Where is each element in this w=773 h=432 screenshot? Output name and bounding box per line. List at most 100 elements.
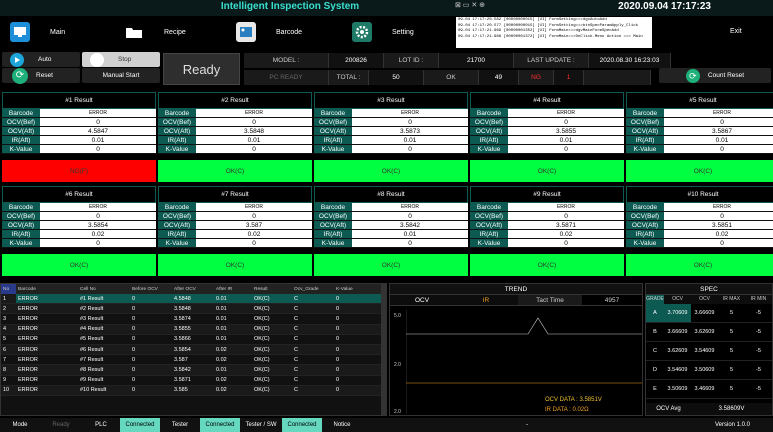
spec-cell: 5 xyxy=(729,348,734,354)
card-field-value: 0 xyxy=(196,145,312,153)
card-row-kvalue: K-Value 0 xyxy=(470,145,624,154)
blank-cell xyxy=(584,70,651,85)
log-line: 09-04 17:17:21.986 [00000001372] [UI] Fo… xyxy=(458,34,643,39)
tester-sw-status: Connected xyxy=(282,418,322,432)
ocv-tab[interactable]: OCV xyxy=(390,295,454,305)
table-cell: 0 xyxy=(336,326,340,333)
setting-button[interactable]: Setting xyxy=(352,18,452,46)
spec-row[interactable]: E 3.50609 3.46609 5 -5 xyxy=(646,380,772,399)
table-cell: C xyxy=(294,387,298,394)
notice-value: - xyxy=(526,422,528,428)
table-cell: 0 xyxy=(132,315,136,322)
card-field-value: ERROR xyxy=(664,203,773,211)
folder-icon xyxy=(124,22,144,42)
table-cell: 0 xyxy=(132,346,136,353)
recipe-button[interactable]: Recipe xyxy=(124,18,224,46)
table-cell: 3.5871 xyxy=(174,377,191,384)
card-field-label: Barcode xyxy=(470,203,508,211)
table-row[interactable]: 2 ERROR #2 Result 0 3.5848 0.01 OK(C) C 0 xyxy=(1,304,386,315)
main-button[interactable]: Main xyxy=(10,18,110,46)
table-cell: 3.585 xyxy=(174,387,188,394)
ng-value: 1 xyxy=(554,70,584,85)
table-cell: 1 xyxy=(1,294,16,304)
table-cell: 0 xyxy=(132,295,136,302)
table-row[interactable]: 6 ERROR #6 Result 0 3.5854 0.02 OK(C) C 0 xyxy=(1,344,386,356)
table-header-cell[interactable]: K-Value xyxy=(334,284,374,294)
card-status: OK(C) xyxy=(314,160,468,182)
table-scrollbar[interactable] xyxy=(381,284,386,415)
table-row[interactable]: 1 ERROR #1 Result 0 4.5848 0.01 OK(C) C 0 xyxy=(1,294,386,305)
table-cell: 0 xyxy=(132,326,136,333)
stop-icon xyxy=(90,52,104,67)
card-row-ocv-aft: OCV(Aft) 4.5847 xyxy=(2,127,156,136)
table-row[interactable]: 7 ERROR #7 Result 0 3.587 0.02 OK(C) C 0 xyxy=(1,355,386,366)
window-controls[interactable]: ⊠ ▭ ✕ ⊕ xyxy=(455,1,485,9)
table-cell: C xyxy=(294,295,298,302)
table-header-cell[interactable]: Before OCV xyxy=(130,284,172,294)
card-field-label: Barcode xyxy=(158,203,196,211)
table-row[interactable]: 3 ERROR #3 Result 0 3.5874 0.01 OK(C) C 0 xyxy=(1,314,386,325)
card-row-ir-aft: IR(Aft) 0.01 xyxy=(2,136,156,145)
table-cell: C xyxy=(294,366,298,373)
result-table[interactable]: No Barcode Cell No Before OCV After OCV After… xyxy=(0,283,387,416)
total-value: 50 xyxy=(369,70,424,85)
table-row[interactable]: 8 ERROR #8 Result 0 3.5842 0.01 OK(C) C 0 xyxy=(1,365,386,376)
table-row[interactable]: 10 ERROR #10 Result 0 3.585 0.02 OK(C) C 0 xyxy=(1,385,386,396)
result-card: #9 Result Barcode ERROR OCV(Bef) 0 OCV(Aft) 3.… xyxy=(470,186,624,276)
card-field-label: K-Value xyxy=(2,145,40,153)
spec-row[interactable]: B 3.66609 3.62609 5 -5 xyxy=(646,323,772,342)
table-cell: 0.01 xyxy=(216,295,227,302)
table-cell: 0 xyxy=(132,356,136,363)
card-row-kvalue: K-Value 0 xyxy=(626,239,773,248)
table-header-cell[interactable]: After OCV xyxy=(172,284,214,294)
table-row[interactable]: 9 ERROR #9 Result 0 3.5871 0.02 OK(C) C 0 xyxy=(1,375,386,386)
table-cell: #3 Result xyxy=(80,315,104,322)
table-row[interactable]: 5 ERROR #5 Result 0 3.5866 0.01 OK(C) C 0 xyxy=(1,334,386,345)
table-header-cell[interactable]: No xyxy=(1,284,16,294)
table-cell: OK(C) xyxy=(254,336,270,343)
card-field-value: 0.01 xyxy=(352,136,468,144)
table-cell: OK(C) xyxy=(254,356,270,363)
spec-row[interactable]: D 3.54609 3.50609 5 -5 xyxy=(646,361,772,380)
table-header-cell[interactable]: Barcode xyxy=(16,284,78,294)
card-field-label: Barcode xyxy=(158,109,196,117)
auto-button[interactable]: Auto xyxy=(2,52,80,67)
trend-chart xyxy=(406,310,642,414)
table-header-cell[interactable]: Ocv_Grade xyxy=(292,284,334,294)
table-cell: 0 xyxy=(132,387,136,394)
total-label: TOTAL : xyxy=(329,70,369,85)
spec-panel: SPEC GRADE OCV OCV IR MAX IR MIN A 3.70609 3.6… xyxy=(645,283,773,416)
stop-button[interactable]: Stop xyxy=(82,52,160,67)
card-row-kvalue: K-Value 0 xyxy=(314,239,468,248)
card-field-value: ERROR xyxy=(664,109,773,117)
result-card: #10 Result Barcode ERROR OCV(Bef) 0 OCV(Aft) 3… xyxy=(626,186,773,276)
ir-tab[interactable]: IR xyxy=(454,295,518,305)
table-cell: C xyxy=(294,305,298,312)
exit-button[interactable]: Exit xyxy=(730,28,742,35)
ocv-avg-label: OCV Avg xyxy=(656,406,681,412)
table-header-cell[interactable]: Result xyxy=(252,284,292,294)
table-header-cell[interactable]: Cell No xyxy=(78,284,130,294)
lastupdate-label: LAST UPDATE : xyxy=(514,53,589,68)
table-header-cell[interactable]: After IR xyxy=(214,284,252,294)
pcready-label: PC READY xyxy=(244,70,329,85)
spec-row[interactable]: A 3.70609 3.66609 5 -5 xyxy=(646,304,772,323)
spec-row[interactable]: C 3.62609 3.54609 5 -5 xyxy=(646,342,772,361)
card-row-ocv-aft: OCV(Aft) 3.5867 xyxy=(626,127,773,136)
reset-button[interactable]: ⟳ Reset xyxy=(2,67,80,84)
tester-label: Tester xyxy=(171,422,189,428)
card-field-value: 3.5855 xyxy=(508,127,624,135)
spec-cell: 3.54609 xyxy=(694,348,715,354)
manual-start-button[interactable]: Manual Start xyxy=(82,68,160,83)
spec-cell: 5 xyxy=(729,329,734,335)
table-row[interactable]: 4 ERROR #4 Result 0 3.5855 0.01 OK(C) C 0 xyxy=(1,324,386,335)
card-field-label: Barcode xyxy=(470,109,508,117)
barcode-button[interactable]: Barcode xyxy=(236,18,336,46)
count-reset-button[interactable]: ⟳ Count Reset xyxy=(659,68,771,83)
table-cell: 3.5848 xyxy=(174,305,191,312)
table-cell: 2 xyxy=(3,305,7,312)
spec-cell: 3.46609 xyxy=(694,386,715,392)
card-field-value: 3.5851 xyxy=(664,221,773,229)
spec-cell: 3.66609 xyxy=(667,329,688,335)
card-field-value: 0 xyxy=(40,212,156,220)
